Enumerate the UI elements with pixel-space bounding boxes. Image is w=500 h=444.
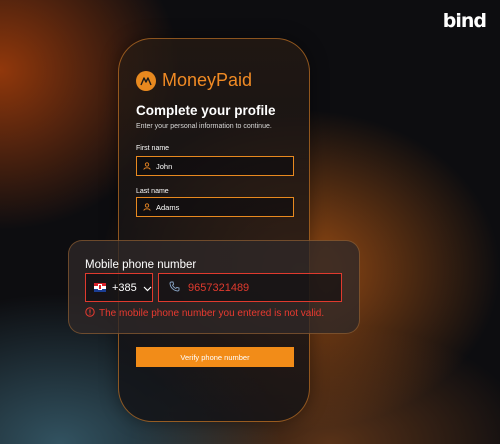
- first-name-field[interactable]: John: [136, 156, 294, 176]
- country-code-select[interactable]: +385: [85, 273, 153, 302]
- last-name-field[interactable]: Adams: [136, 197, 294, 217]
- first-name-label: First name: [136, 145, 170, 152]
- croatia-flag-icon: [94, 283, 106, 292]
- phone-number-label: Mobile phone number: [85, 259, 197, 271]
- error-icon: [85, 304, 95, 322]
- last-name-value: Adams: [156, 202, 180, 212]
- page-subtitle: Enter your personal information to conti…: [136, 123, 272, 130]
- country-code-value: +385: [112, 281, 137, 294]
- phone-icon: [169, 279, 180, 297]
- first-name-value: John: [156, 161, 173, 171]
- app-logo: MoneyPaid: [136, 70, 252, 91]
- verify-phone-button[interactable]: Verify phone number: [136, 347, 294, 367]
- user-icon: [143, 157, 151, 175]
- phone-error-message: The mobile phone number you entered is n…: [99, 307, 325, 319]
- app-name: MoneyPaid: [162, 70, 253, 90]
- bind-logo: bind: [442, 10, 487, 32]
- chevron-down-icon: [143, 279, 152, 297]
- moneypaid-logo-icon: [136, 70, 156, 91]
- page-title: Complete your profile: [136, 103, 276, 118]
- phone-number-value: 9657321489: [188, 281, 250, 294]
- phone-number-input[interactable]: 9657321489: [158, 273, 342, 302]
- user-icon: [143, 198, 151, 216]
- phone-error: The mobile phone number you entered is n…: [85, 304, 324, 322]
- last-name-label: Last name: [136, 188, 169, 195]
